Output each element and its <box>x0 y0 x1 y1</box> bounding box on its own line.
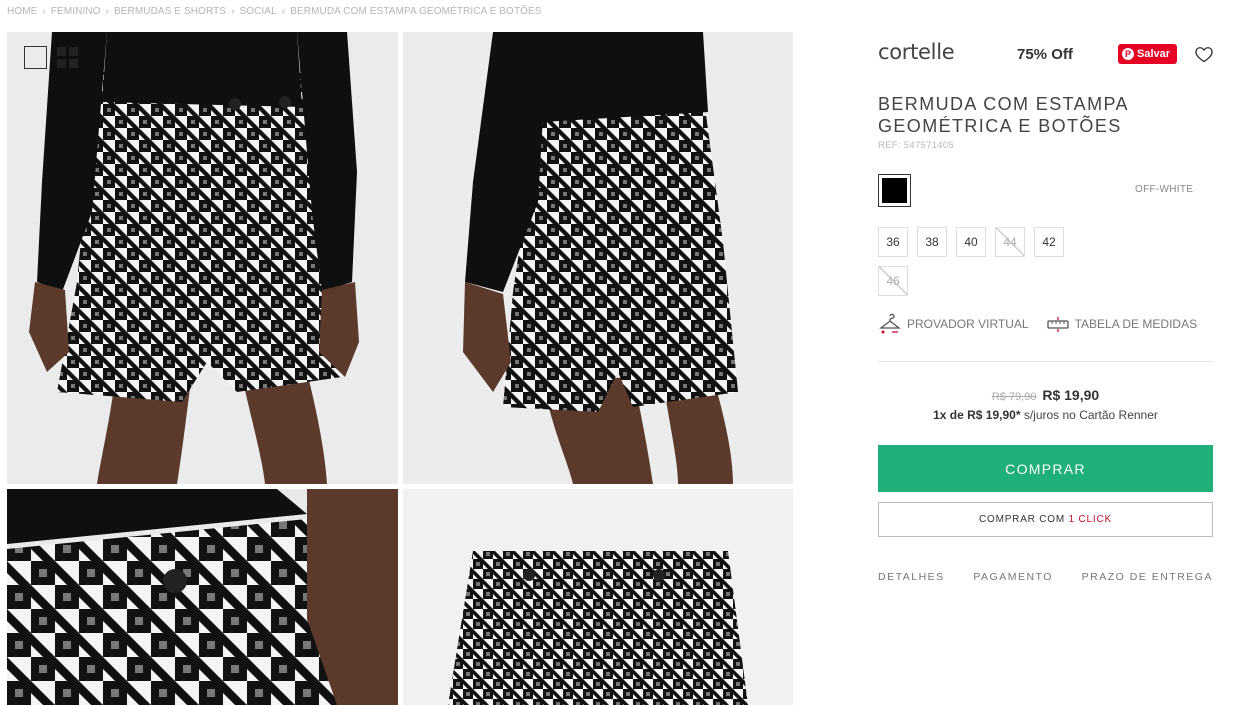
grid-view-icon[interactable] <box>57 46 79 68</box>
price-line: R$ 79,90 R$ 19,90 <box>878 387 1213 403</box>
current-price: R$ 19,90 <box>1042 387 1100 403</box>
discount-badge: 75% Off <box>1017 46 1073 63</box>
pinterest-icon: P <box>1122 48 1134 60</box>
color-swatch[interactable] <box>878 174 911 207</box>
breadcrumb-separator: › <box>281 6 286 17</box>
product-image-flat[interactable] <box>403 489 793 705</box>
product-info: cortelle 75% Off P Salvar BERMUDA COM ES… <box>878 32 1213 583</box>
breadcrumb: HOME › FEMININO › BERMUDAS E SHORTS › SOCIAL › B… <box>7 6 542 17</box>
virtual-fitting-label: PROVADOR VIRTUAL <box>907 317 1029 331</box>
brand-row: cortelle 75% Off P Salvar <box>878 32 1213 76</box>
heart-icon[interactable] <box>1194 44 1214 64</box>
breadcrumb-social[interactable]: SOCIAL <box>240 6 277 17</box>
installment-terms: s/juros no Cartão Renner <box>1020 408 1158 422</box>
hanger-icon <box>879 313 901 334</box>
product-gallery <box>7 32 793 705</box>
price-block: R$ 79,90 R$ 19,90 1x de R$ 19,90* s/juro… <box>878 387 1213 422</box>
size-option[interactable]: 42 <box>1034 227 1064 257</box>
view-toggle <box>24 46 79 69</box>
virtual-fitting-link[interactable]: PROVADOR VIRTUAL <box>878 312 1029 336</box>
product-title: BERMUDA COM ESTAMPA GEOMÉTRICA E BOTÕES <box>878 93 1213 137</box>
size-chart-link[interactable]: TABELA DE MEDIDAS <box>1046 312 1197 336</box>
buy-button[interactable]: COMPRAR <box>878 445 1213 492</box>
breadcrumb-separator: › <box>42 6 46 17</box>
product-ref: REF: 547571405 <box>878 140 955 151</box>
pinterest-save-label: Salvar <box>1137 48 1171 60</box>
breadcrumb-bermudas[interactable]: BERMUDAS E SHORTS <box>114 6 226 17</box>
info-tabs: DETALHES PAGAMENTO PRAZO DE ENTREGA <box>878 571 1213 583</box>
buy-one-click-button[interactable]: COMPRAR COM 1 CLICK <box>878 502 1213 537</box>
buy-one-click-highlight: 1 CLICK <box>1068 514 1112 525</box>
size-option[interactable]: 36 <box>878 227 908 257</box>
brand-name[interactable]: cortelle <box>878 40 955 64</box>
color-swatch-fill <box>882 178 907 203</box>
color-name: OFF-WHITE <box>1135 184 1194 195</box>
tab-delivery[interactable]: PRAZO DE ENTREGA <box>1082 571 1213 583</box>
color-selector: OFF-WHITE <box>878 174 1213 208</box>
size-option[interactable]: 38 <box>917 227 947 257</box>
breadcrumb-home[interactable]: HOME <box>7 6 37 17</box>
size-selector: 36 38 40 44 42 46 <box>878 227 1078 296</box>
installment-amount: 1x de R$ 19,90* <box>933 408 1021 422</box>
product-title-line1: BERMUDA COM ESTAMPA <box>878 94 1129 114</box>
pinterest-save-button[interactable]: P Salvar <box>1118 44 1178 64</box>
product-image-back[interactable] <box>403 32 793 484</box>
size-option-unavailable[interactable]: 44 <box>995 227 1025 257</box>
fit-tools: PROVADOR VIRTUAL TABELA DE MEDIDAS <box>878 312 1213 336</box>
breadcrumb-separator: › <box>105 6 109 17</box>
installment-info: 1x de R$ 19,90* s/juros no Cartão Renner <box>878 408 1213 422</box>
product-image-detail[interactable] <box>7 489 398 705</box>
product-title-line2: GEOMÉTRICA E BOTÕES <box>878 116 1122 136</box>
tab-payment[interactable]: PAGAMENTO <box>973 571 1053 583</box>
breadcrumb-separator: › <box>231 6 235 17</box>
size-chart-label: TABELA DE MEDIDAS <box>1074 317 1198 331</box>
size-option[interactable]: 40 <box>956 227 986 257</box>
measuring-tape-icon <box>1046 317 1069 332</box>
old-price: R$ 79,90 <box>991 391 1037 403</box>
single-view-icon[interactable] <box>24 46 47 69</box>
product-image-front[interactable] <box>7 32 398 484</box>
tab-details[interactable]: DETALHES <box>878 571 945 583</box>
size-option-unavailable[interactable]: 46 <box>878 266 908 296</box>
buy-one-click-prefix: COMPRAR COM <box>978 514 1069 525</box>
breadcrumb-feminino[interactable]: FEMININO <box>51 6 101 17</box>
breadcrumb-current: BERMUDA COM ESTAMPA GEOMÉTRICA E BOTÕES <box>290 6 542 17</box>
divider <box>878 361 1213 362</box>
